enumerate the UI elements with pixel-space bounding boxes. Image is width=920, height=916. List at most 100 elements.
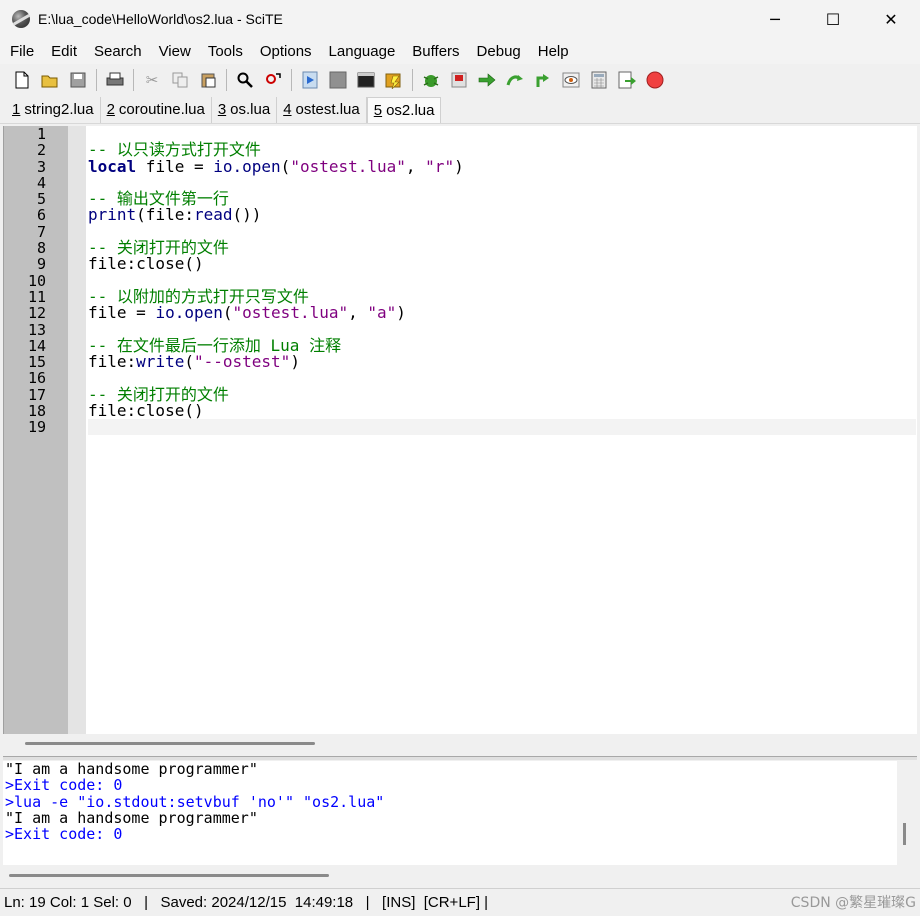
code-token: (: [280, 156, 291, 176]
paste-icon[interactable]: [198, 70, 218, 90]
output-line: >Exit code: 0: [5, 825, 123, 844]
output-pane[interactable]: "I am a handsome programmer" >Exit code: …: [3, 761, 897, 865]
line-number: 8: [36, 239, 46, 258]
output-line: >Exit code: 0: [5, 776, 123, 795]
output-line: "I am a handsome programmer": [5, 760, 258, 778]
copy-icon[interactable]: [170, 70, 190, 90]
menu-options[interactable]: Options: [254, 43, 318, 60]
code-line: file = io.open("ostest.lua", "a"): [88, 305, 916, 321]
title-bar: E:\lua_code\HelloWorld\os2.lua - SciTE ─…: [0, 0, 920, 38]
open-file-icon[interactable]: [40, 70, 60, 90]
fold-margin[interactable]: [68, 126, 86, 734]
line-number: 13: [27, 320, 46, 339]
output-horizontal-scrollbar[interactable]: [3, 865, 917, 887]
code-token: "--ostest": [193, 352, 291, 372]
status-text: Ln: 19 Col: 1 Sel: 0 | Saved: 2024/12/15…: [4, 894, 489, 911]
minimize-button[interactable]: ─: [746, 0, 804, 38]
replace-icon[interactable]: [263, 70, 283, 90]
line-number: 4: [36, 173, 46, 192]
line-number: 18: [27, 402, 46, 421]
tab-label: coroutine.lua: [118, 101, 205, 118]
toolbar-separator: [226, 69, 227, 91]
code-token: ()): [232, 205, 262, 225]
tab-coroutine[interactable]: 2 coroutine.lua: [101, 97, 212, 123]
menu-language[interactable]: Language: [323, 43, 402, 60]
toolbar: ✂: [0, 64, 920, 96]
build-icon[interactable]: [384, 70, 404, 90]
line-number: 5: [36, 190, 46, 209]
step-icon[interactable]: [477, 70, 497, 90]
cut-icon[interactable]: ✂: [142, 70, 162, 90]
code-editor[interactable]: 1 2 3 4 5 6 7 8 9 10 11 12 13 14 15 16 17 18 19 -- 以只读方式打开…: [3, 126, 917, 734]
code-token: io.open: [155, 303, 223, 323]
tab-number: 5: [373, 101, 383, 119]
scrollbar-thumb[interactable]: [25, 742, 315, 745]
code-content[interactable]: -- 以只读方式打开文件 local file = io.open("ostest…: [88, 126, 916, 436]
menu-edit[interactable]: Edit: [45, 43, 83, 60]
toolbar-separator: [133, 69, 134, 91]
export-icon[interactable]: [617, 70, 637, 90]
menu-search[interactable]: Search: [88, 43, 148, 60]
line-number: 11: [27, 287, 46, 306]
menu-view[interactable]: View: [153, 43, 197, 60]
new-file-icon[interactable]: [12, 70, 32, 90]
line-number: 15: [27, 353, 46, 372]
menu-debug[interactable]: Debug: [471, 43, 527, 60]
code-token: read: [193, 205, 233, 225]
line-number: 9: [36, 255, 46, 274]
tab-label: ostest.lua: [295, 101, 360, 118]
code-token: (: [184, 352, 194, 372]
editor-horizontal-scrollbar[interactable]: [3, 734, 917, 756]
line-number: 3: [36, 157, 46, 176]
menu-buffers[interactable]: Buffers: [406, 43, 465, 60]
scrollbar-thumb[interactable]: [9, 874, 329, 877]
print-icon[interactable]: [105, 70, 125, 90]
line-number: 1: [36, 125, 46, 143]
terminal-icon[interactable]: [356, 70, 376, 90]
debug-icon[interactable]: [421, 70, 441, 90]
output-line: "I am a handsome programmer": [5, 808, 258, 827]
code-token: file:close(): [88, 254, 204, 274]
line-numbers: 1 2 3 4 5 6 7 8 9 10 11 12 13 14 15 16 17 18 19: [4, 126, 46, 436]
code-line: local file = io.open("ostest.lua", "r"): [88, 156, 916, 176]
code-line: -- 关闭打开的文件: [88, 239, 916, 256]
menu-tools[interactable]: Tools: [202, 43, 249, 60]
toolbar-separator: [96, 69, 97, 91]
code-token: write: [136, 352, 185, 372]
tab-string2[interactable]: 1 string2.lua: [6, 97, 101, 123]
record-icon[interactable]: [645, 70, 665, 90]
save-icon[interactable]: [68, 70, 88, 90]
stop-icon[interactable]: [328, 70, 348, 90]
code-token: (: [222, 303, 233, 323]
menu-file[interactable]: File: [4, 43, 40, 60]
tab-number: 4: [283, 101, 292, 118]
calculator-icon[interactable]: [589, 70, 609, 90]
close-button[interactable]: ✕: [862, 0, 920, 38]
tab-os[interactable]: 3 os.lua: [212, 97, 278, 123]
tab-os2[interactable]: 5 os2.lua: [366, 97, 442, 123]
buffer-tab-bar: 1 string2.lua 2 coroutine.lua 3 os.lua 4 ost…: [0, 96, 920, 124]
menu-help[interactable]: Help: [532, 43, 575, 60]
tab-ostest[interactable]: 4 ostest.lua: [277, 97, 367, 123]
maximize-button[interactable]: ☐: [804, 0, 862, 38]
compile-icon[interactable]: [300, 70, 320, 90]
code-token: file =: [136, 156, 214, 176]
status-bar: Ln: 19 Col: 1 Sel: 0 | Saved: 2024/12/15…: [0, 888, 920, 916]
step-out-icon[interactable]: [533, 70, 553, 90]
code-token: ): [396, 303, 406, 323]
output-vertical-scrollbar[interactable]: [903, 823, 906, 845]
step-over-icon[interactable]: [505, 70, 525, 90]
watch-icon[interactable]: [561, 70, 581, 90]
code-token: file:: [88, 352, 137, 372]
output-line: >lua -e "io.stdout:setvbuf 'no'" "os2.lu…: [5, 792, 385, 811]
code-line: file:close(): [88, 256, 916, 272]
tab-label: os.lua: [230, 101, 271, 118]
code-token: ): [454, 156, 464, 176]
find-icon[interactable]: [235, 70, 255, 90]
toolbar-separator: [291, 69, 292, 91]
code-token: "ostest.lua": [232, 303, 349, 323]
code-token: "ostest.lua": [290, 156, 406, 176]
line-number: 10: [27, 271, 46, 290]
line-number: 7: [36, 222, 46, 241]
breakpoint-icon[interactable]: [449, 70, 469, 90]
